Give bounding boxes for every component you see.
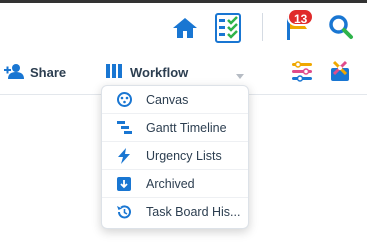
archive-icon bbox=[116, 176, 132, 192]
share-label: Share bbox=[30, 64, 67, 80]
home-icon[interactable] bbox=[170, 13, 200, 43]
menu-item-canvas[interactable]: Canvas bbox=[102, 86, 248, 114]
menu-item-urgency-lists[interactable]: Urgency Lists bbox=[102, 142, 248, 170]
share-button[interactable]: Share bbox=[4, 60, 66, 84]
menu-item-label: Archived bbox=[146, 176, 195, 191]
notification-count-badge: 13 bbox=[287, 8, 315, 26]
workflow-button[interactable]: Workflow bbox=[106, 59, 254, 85]
menu-item-label: Gantt Timeline bbox=[146, 120, 227, 135]
workflow-label: Workflow bbox=[130, 64, 189, 80]
tasks-checklist-icon[interactable] bbox=[212, 11, 244, 45]
top-bar: 13 bbox=[0, 0, 367, 50]
columns-icon bbox=[106, 63, 122, 81]
menu-item-task-board-history[interactable]: Task Board His... bbox=[102, 198, 248, 226]
filter-sliders-icon[interactable] bbox=[290, 58, 314, 84]
chevron-down-icon bbox=[236, 68, 244, 83]
add-user-icon bbox=[4, 63, 24, 82]
menu-item-gantt-timeline[interactable]: Gantt Timeline bbox=[102, 114, 248, 142]
history-icon bbox=[116, 204, 132, 220]
menu-item-archived[interactable]: Archived bbox=[102, 170, 248, 198]
toolbar-divider bbox=[262, 13, 263, 41]
menu-item-label: Task Board His... bbox=[146, 205, 241, 219]
canvas-icon bbox=[116, 92, 132, 108]
search-icon[interactable] bbox=[326, 12, 356, 42]
menu-item-label: Canvas bbox=[146, 92, 189, 107]
tools-icon[interactable] bbox=[328, 58, 352, 84]
workflow-dropdown-menu: Canvas Gantt Timeline Urgency Lists Arch… bbox=[101, 85, 249, 229]
gantt-icon bbox=[116, 120, 132, 136]
menu-item-label: Urgency Lists bbox=[146, 148, 222, 163]
lightning-icon bbox=[116, 147, 132, 164]
